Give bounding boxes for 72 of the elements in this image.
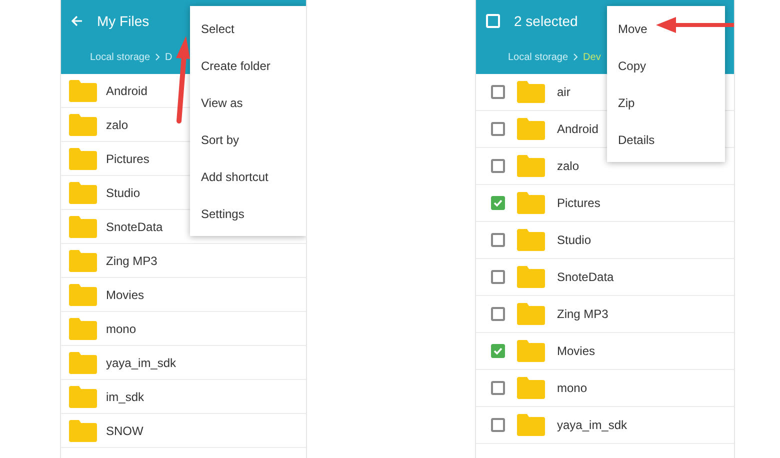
checkbox[interactable] <box>491 418 505 432</box>
folder-icon <box>517 118 545 140</box>
folder-name: Zing MP3 <box>557 306 608 323</box>
folder-row[interactable]: Zing MP3 <box>61 244 306 278</box>
folder-icon <box>517 81 545 103</box>
folder-name: zalo <box>106 116 128 134</box>
menu-item[interactable]: Move <box>607 10 725 47</box>
folder-name: Pictures <box>557 195 600 212</box>
folder-icon <box>517 414 545 436</box>
folder-icon <box>69 182 97 204</box>
folder-icon <box>69 352 97 374</box>
folder-name: Movies <box>557 343 596 360</box>
folder-icon <box>69 284 97 306</box>
folder-name: mono <box>106 320 136 338</box>
checkbox[interactable] <box>491 233 505 247</box>
folder-icon <box>517 340 545 362</box>
folder-icon <box>69 386 97 408</box>
folder-row[interactable]: Studio <box>476 222 734 259</box>
checkbox[interactable] <box>491 122 505 136</box>
folder-icon <box>517 377 545 399</box>
folder-name: zalo <box>557 158 580 175</box>
folder-icon <box>517 266 545 288</box>
folder-icon <box>69 318 97 340</box>
folder-icon <box>517 303 545 325</box>
checkbox[interactable] <box>491 381 505 395</box>
folder-row[interactable]: Movies <box>61 278 306 312</box>
folder-row[interactable]: im_sdk <box>61 380 306 414</box>
checkbox[interactable] <box>491 270 505 284</box>
folder-name: yaya_im_sdk <box>557 417 628 434</box>
folder-name: SNOW <box>106 422 144 440</box>
checkbox[interactable] <box>491 307 505 321</box>
folder-name: SnoteData <box>557 269 614 286</box>
checkbox[interactable] <box>491 344 505 358</box>
menu-item[interactable]: Select <box>190 10 306 47</box>
back-arrow-icon[interactable] <box>71 15 83 27</box>
folder-row[interactable]: Pictures <box>476 185 734 222</box>
folder-name: Studio <box>557 232 592 249</box>
folder-icon <box>69 420 97 442</box>
checkbox[interactable] <box>491 159 505 173</box>
folder-name: Android <box>557 121 598 138</box>
folder-name: Android <box>106 82 148 100</box>
folder-name: Zing MP3 <box>106 252 158 270</box>
header-title: 2 selected <box>514 12 578 30</box>
folder-icon <box>517 192 545 214</box>
folder-name: air <box>557 84 570 101</box>
folder-row[interactable]: Zing MP3 <box>476 296 734 333</box>
checkbox[interactable] <box>491 85 505 99</box>
folder-name: Pictures <box>106 150 150 168</box>
folder-row[interactable]: mono <box>61 312 306 346</box>
folder-icon <box>517 229 545 251</box>
folder-row[interactable]: mono <box>476 370 734 407</box>
checkbox[interactable] <box>491 196 505 210</box>
folder-row[interactable]: SNOW <box>61 414 306 448</box>
folder-name: im_sdk <box>106 388 144 406</box>
folder-row[interactable]: SnoteData <box>476 259 734 296</box>
folder-name: yaya_im_sdk <box>106 354 176 372</box>
folder-icon <box>69 114 97 136</box>
folder-row[interactable]: yaya_im_sdk <box>61 346 306 380</box>
folder-name: mono <box>557 380 588 397</box>
folder-row[interactable]: yaya_im_sdk <box>476 407 734 444</box>
folder-icon <box>69 148 97 170</box>
folder-icon <box>69 216 97 238</box>
chevron-right-icon <box>155 53 160 61</box>
header-title: My Files <box>97 12 150 31</box>
folder-name: Movies <box>106 286 144 304</box>
folder-row[interactable]: Movies <box>476 333 734 370</box>
folder-name: SnoteData <box>106 218 163 236</box>
folder-icon <box>69 80 97 102</box>
folder-icon <box>69 250 97 272</box>
chevron-right-icon <box>573 53 578 61</box>
folder-name: Studio <box>106 184 140 202</box>
folder-icon <box>517 155 545 177</box>
